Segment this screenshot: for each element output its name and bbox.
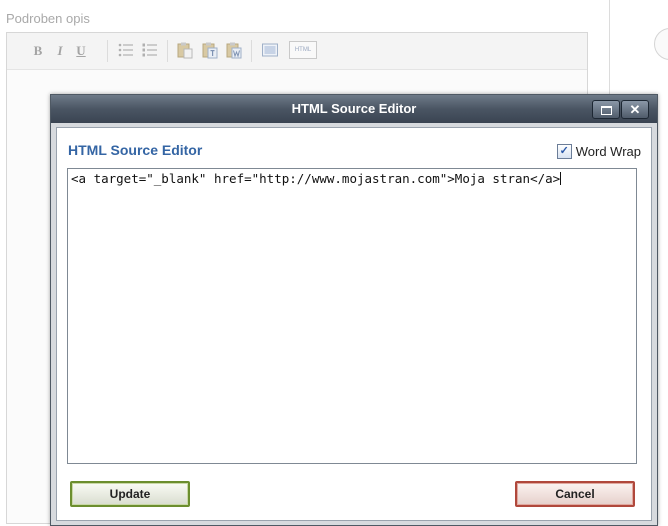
bold-button[interactable]: B	[31, 42, 45, 60]
minimize-icon	[601, 106, 612, 115]
italic-button[interactable]: I	[53, 42, 67, 60]
underline-button[interactable]: U	[74, 42, 88, 60]
numbered-list-icon[interactable]	[141, 41, 159, 59]
html-source-textarea[interactable]: <a target="_blank" href="http://www.moja…	[67, 168, 637, 464]
word-wrap-option[interactable]: ✓ Word Wrap	[556, 142, 641, 160]
update-button[interactable]: Update	[70, 481, 190, 507]
table-icon[interactable]	[261, 41, 279, 59]
checkmark-icon: ✓	[559, 144, 569, 157]
toolbar-separator	[107, 40, 108, 62]
toolbar-separator	[251, 40, 252, 62]
dialog-heading: HTML Source Editor	[68, 142, 203, 158]
paste-text-icon[interactable]	[201, 41, 219, 59]
text-caret	[560, 172, 562, 185]
minimize-button[interactable]	[592, 100, 620, 119]
paste-icon[interactable]	[176, 41, 194, 59]
word-wrap-checkbox[interactable]: ✓	[556, 143, 572, 159]
cancel-button[interactable]: Cancel	[515, 481, 635, 507]
close-icon: ✕	[629, 102, 641, 117]
dialog-titlebar[interactable]: HTML Source Editor ✕	[51, 95, 657, 123]
editor-toolbar: B I U HTML	[7, 33, 587, 70]
side-circle-icon	[654, 28, 668, 60]
field-label: Podroben opis	[6, 11, 90, 26]
html-source-dialog: HTML Source Editor ✕ HTML Source Editor …	[50, 94, 658, 526]
paste-word-icon[interactable]	[225, 41, 243, 59]
word-wrap-label: Word Wrap	[575, 143, 641, 159]
toolbar-separator	[167, 40, 168, 62]
close-button[interactable]: ✕	[621, 100, 649, 119]
source-text: <a target="_blank" href="http://www.moja…	[71, 171, 561, 186]
dialog-title: HTML Source Editor	[291, 101, 417, 116]
dialog-body: HTML Source Editor ✓ Word Wrap <a target…	[56, 127, 652, 521]
bullet-list-icon[interactable]	[117, 41, 135, 59]
html-source-button[interactable]: HTML	[289, 41, 317, 59]
